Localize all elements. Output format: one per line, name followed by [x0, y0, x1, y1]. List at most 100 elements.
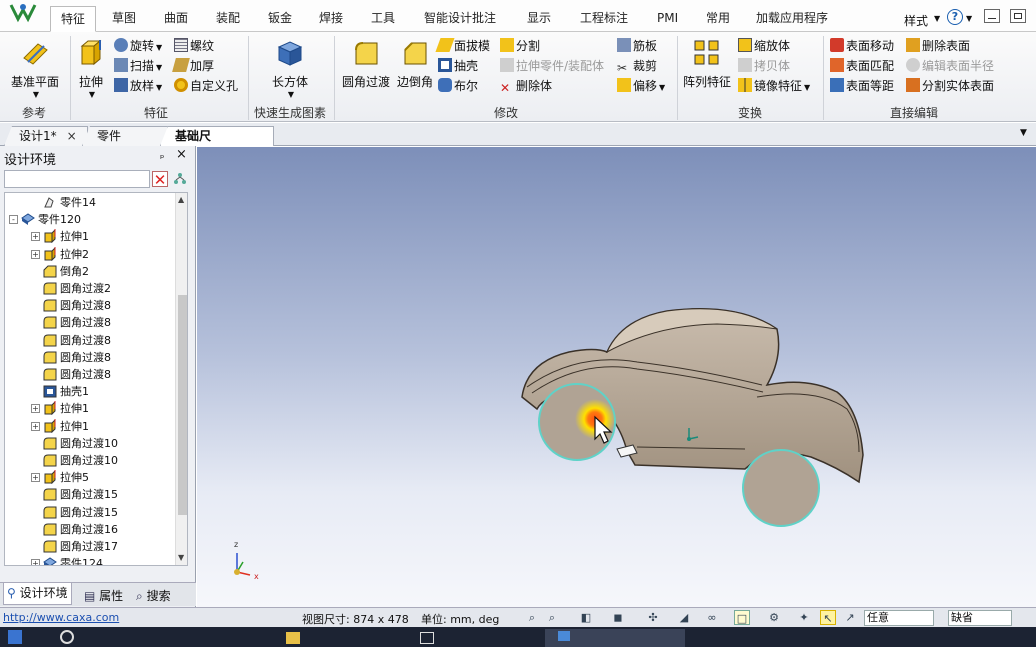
equidistant-face-button[interactable]: 表面等距 — [830, 77, 894, 95]
tree-item[interactable]: 圆角过渡17 — [31, 538, 118, 555]
website-link[interactable]: http://www.caxa.com — [3, 611, 119, 624]
tab-smart-annotation[interactable]: 智能设计批注 — [420, 8, 500, 30]
doc-tab-part3[interactable]: 零件3.ics*× — [82, 126, 168, 146]
expand-icon[interactable]: + — [31, 559, 40, 565]
tree-item[interactable]: 零件14 — [31, 194, 96, 211]
delete-body-button[interactable]: ✕ 删除体 — [500, 77, 552, 95]
zoom-window-icon[interactable]: ⌕ — [544, 610, 560, 625]
box-button[interactable]: 长方体 ▼ — [262, 38, 318, 99]
3d-viewport[interactable]: z x — [197, 147, 1036, 607]
tab-tools[interactable]: 工具 — [367, 8, 399, 30]
doc-tab-base-size[interactable]: 基础尺寸.ics*× — [160, 126, 274, 146]
extrude-part-button[interactable]: 拉伸零件/装配体 — [500, 57, 604, 75]
default-select[interactable]: 缺省 — [948, 610, 1012, 626]
restore-icon[interactable] — [1010, 9, 1026, 23]
selection-box-icon[interactable]: □ — [734, 610, 750, 625]
tree-item[interactable]: - 零件120 — [9, 211, 81, 228]
front-wheel[interactable] — [742, 449, 820, 527]
tree-item[interactable]: 圆角过渡2 — [31, 280, 111, 297]
triad-tool-icon[interactable]: ✣ — [645, 610, 661, 625]
tree-item[interactable]: 圆角过渡16 — [31, 521, 118, 538]
revolve-button[interactable]: 旋转 ▼ — [114, 37, 162, 55]
help-icon[interactable]: ? — [947, 9, 963, 25]
rib-button[interactable]: 筋板 — [617, 37, 657, 55]
tab-addins[interactable]: 加载应用程序 — [752, 8, 832, 30]
cursor-select-icon[interactable]: ↖ — [820, 610, 836, 625]
filter-icon[interactable] — [172, 171, 188, 187]
custom-hole-button[interactable]: 自定义孔 — [174, 77, 238, 95]
trim-button[interactable]: ✂ 裁剪 — [617, 57, 657, 75]
match-face-button[interactable]: 表面匹配 — [830, 57, 894, 75]
loft-button[interactable]: 放样 ▼ — [114, 77, 162, 95]
edit-radius-button[interactable]: 编辑表面半径 — [906, 57, 994, 75]
extrude-button[interactable]: 拉伸 ▼ — [74, 38, 108, 99]
close-icon[interactable]: × — [67, 129, 77, 143]
boolean-button[interactable]: 布尔 — [438, 77, 478, 95]
clear-icon[interactable]: ✕ — [152, 171, 168, 188]
tree-item[interactable]: + 零件124 — [31, 555, 103, 565]
app-logo-icon[interactable] — [8, 1, 38, 23]
car-model[interactable]: z x — [197, 147, 1036, 607]
tab-pmi[interactable]: PMI — [653, 8, 682, 30]
thicken-button[interactable]: 加厚 — [172, 57, 214, 75]
offset-button[interactable]: 偏移 ▼ — [617, 77, 665, 95]
tab-weld[interactable]: 焊接 — [315, 8, 347, 30]
pin-icon[interactable]: ₚ — [160, 150, 164, 161]
shell-button[interactable]: 抽壳 — [438, 57, 478, 75]
expand-icon[interactable]: + — [31, 404, 40, 414]
fillet-button[interactable]: 圆角过渡 — [338, 38, 394, 90]
chevron-down-icon[interactable]: ▼ — [934, 14, 940, 23]
view-orient-icon[interactable]: ◧ — [578, 610, 594, 625]
tree-item[interactable]: + 拉伸1 — [31, 400, 89, 417]
tab-drawing-annotation[interactable]: 工程标注 — [576, 8, 632, 30]
copy-body-button[interactable]: 拷贝体 — [738, 57, 790, 75]
start-icon[interactable] — [8, 630, 22, 644]
style-menu[interactable]: 样式 — [904, 12, 928, 29]
scale-button[interactable]: 缩放体 — [738, 37, 790, 55]
tree-search-input[interactable] — [4, 170, 150, 188]
tab-properties[interactable]: ▤ 属性 — [84, 587, 123, 604]
window-icon[interactable] — [420, 632, 434, 644]
tab-surface[interactable]: 曲面 — [160, 8, 192, 30]
folder-icon[interactable] — [286, 632, 300, 644]
tab-display[interactable]: 显示 — [523, 8, 555, 30]
draft-button[interactable]: 面拔模 — [435, 37, 490, 55]
selection-mode-select[interactable]: 任意 — [864, 610, 934, 626]
glasses-icon[interactable]: ∞ — [704, 610, 720, 625]
tab-feature[interactable]: 特征 — [50, 6, 97, 32]
minimize-icon[interactable] — [984, 9, 1000, 23]
tree-item[interactable]: + 拉伸5 — [31, 469, 89, 486]
tab-search[interactable]: ⌕ 搜索 — [136, 587, 171, 604]
collapse-icon[interactable]: - — [9, 215, 18, 225]
pattern-button[interactable]: 阵列特征 — [680, 38, 734, 90]
measure-icon[interactable]: ◢ — [676, 610, 692, 625]
filter-tool-icon[interactable]: ⚙ — [766, 610, 782, 625]
tab-sketch[interactable]: 草图 — [108, 8, 140, 30]
tree-item[interactable]: + 拉伸2 — [31, 246, 89, 263]
tab-design-environment[interactable]: ⚲ 设计环境 — [3, 583, 72, 605]
chevron-down-icon[interactable]: ▼ — [966, 14, 972, 23]
zoom-icon[interactable]: ⌕ — [524, 610, 540, 625]
tab-common[interactable]: 常用 — [702, 8, 734, 30]
pick-icon[interactable]: ↗ — [842, 610, 858, 625]
tree-item[interactable]: 圆角过渡10 — [31, 452, 118, 469]
split-solid-face-button[interactable]: 分割实体表面 — [906, 77, 994, 95]
doc-tab-design1[interactable]: 设计1* × — [4, 126, 88, 146]
close-icon[interactable]: × — [176, 147, 187, 162]
tree-item[interactable]: 圆角过渡8 — [31, 314, 111, 331]
chevron-down-icon[interactable]: ▼ — [1020, 128, 1027, 138]
expand-icon[interactable]: + — [31, 421, 40, 431]
chamfer-button[interactable]: 边倒角 — [394, 38, 436, 90]
snap-icon[interactable]: ✦ — [796, 610, 812, 625]
search-icon[interactable] — [60, 630, 74, 644]
display-mode-icon[interactable]: ◼ — [610, 610, 626, 625]
tree-scrollbar[interactable]: ▲ ▼ — [175, 193, 187, 565]
split-button[interactable]: 分割 — [500, 37, 540, 55]
tree-item[interactable]: 圆角过渡10 — [31, 435, 118, 452]
expand-icon[interactable]: + — [31, 249, 40, 259]
sweep-button[interactable]: 扫描 ▼ — [114, 57, 162, 75]
move-face-button[interactable]: 表面移动 — [830, 37, 894, 55]
tree-item[interactable]: 圆角过渡8 — [31, 349, 111, 366]
expand-icon[interactable]: + — [31, 232, 40, 242]
tree-item[interactable]: 倒角2 — [31, 263, 89, 280]
